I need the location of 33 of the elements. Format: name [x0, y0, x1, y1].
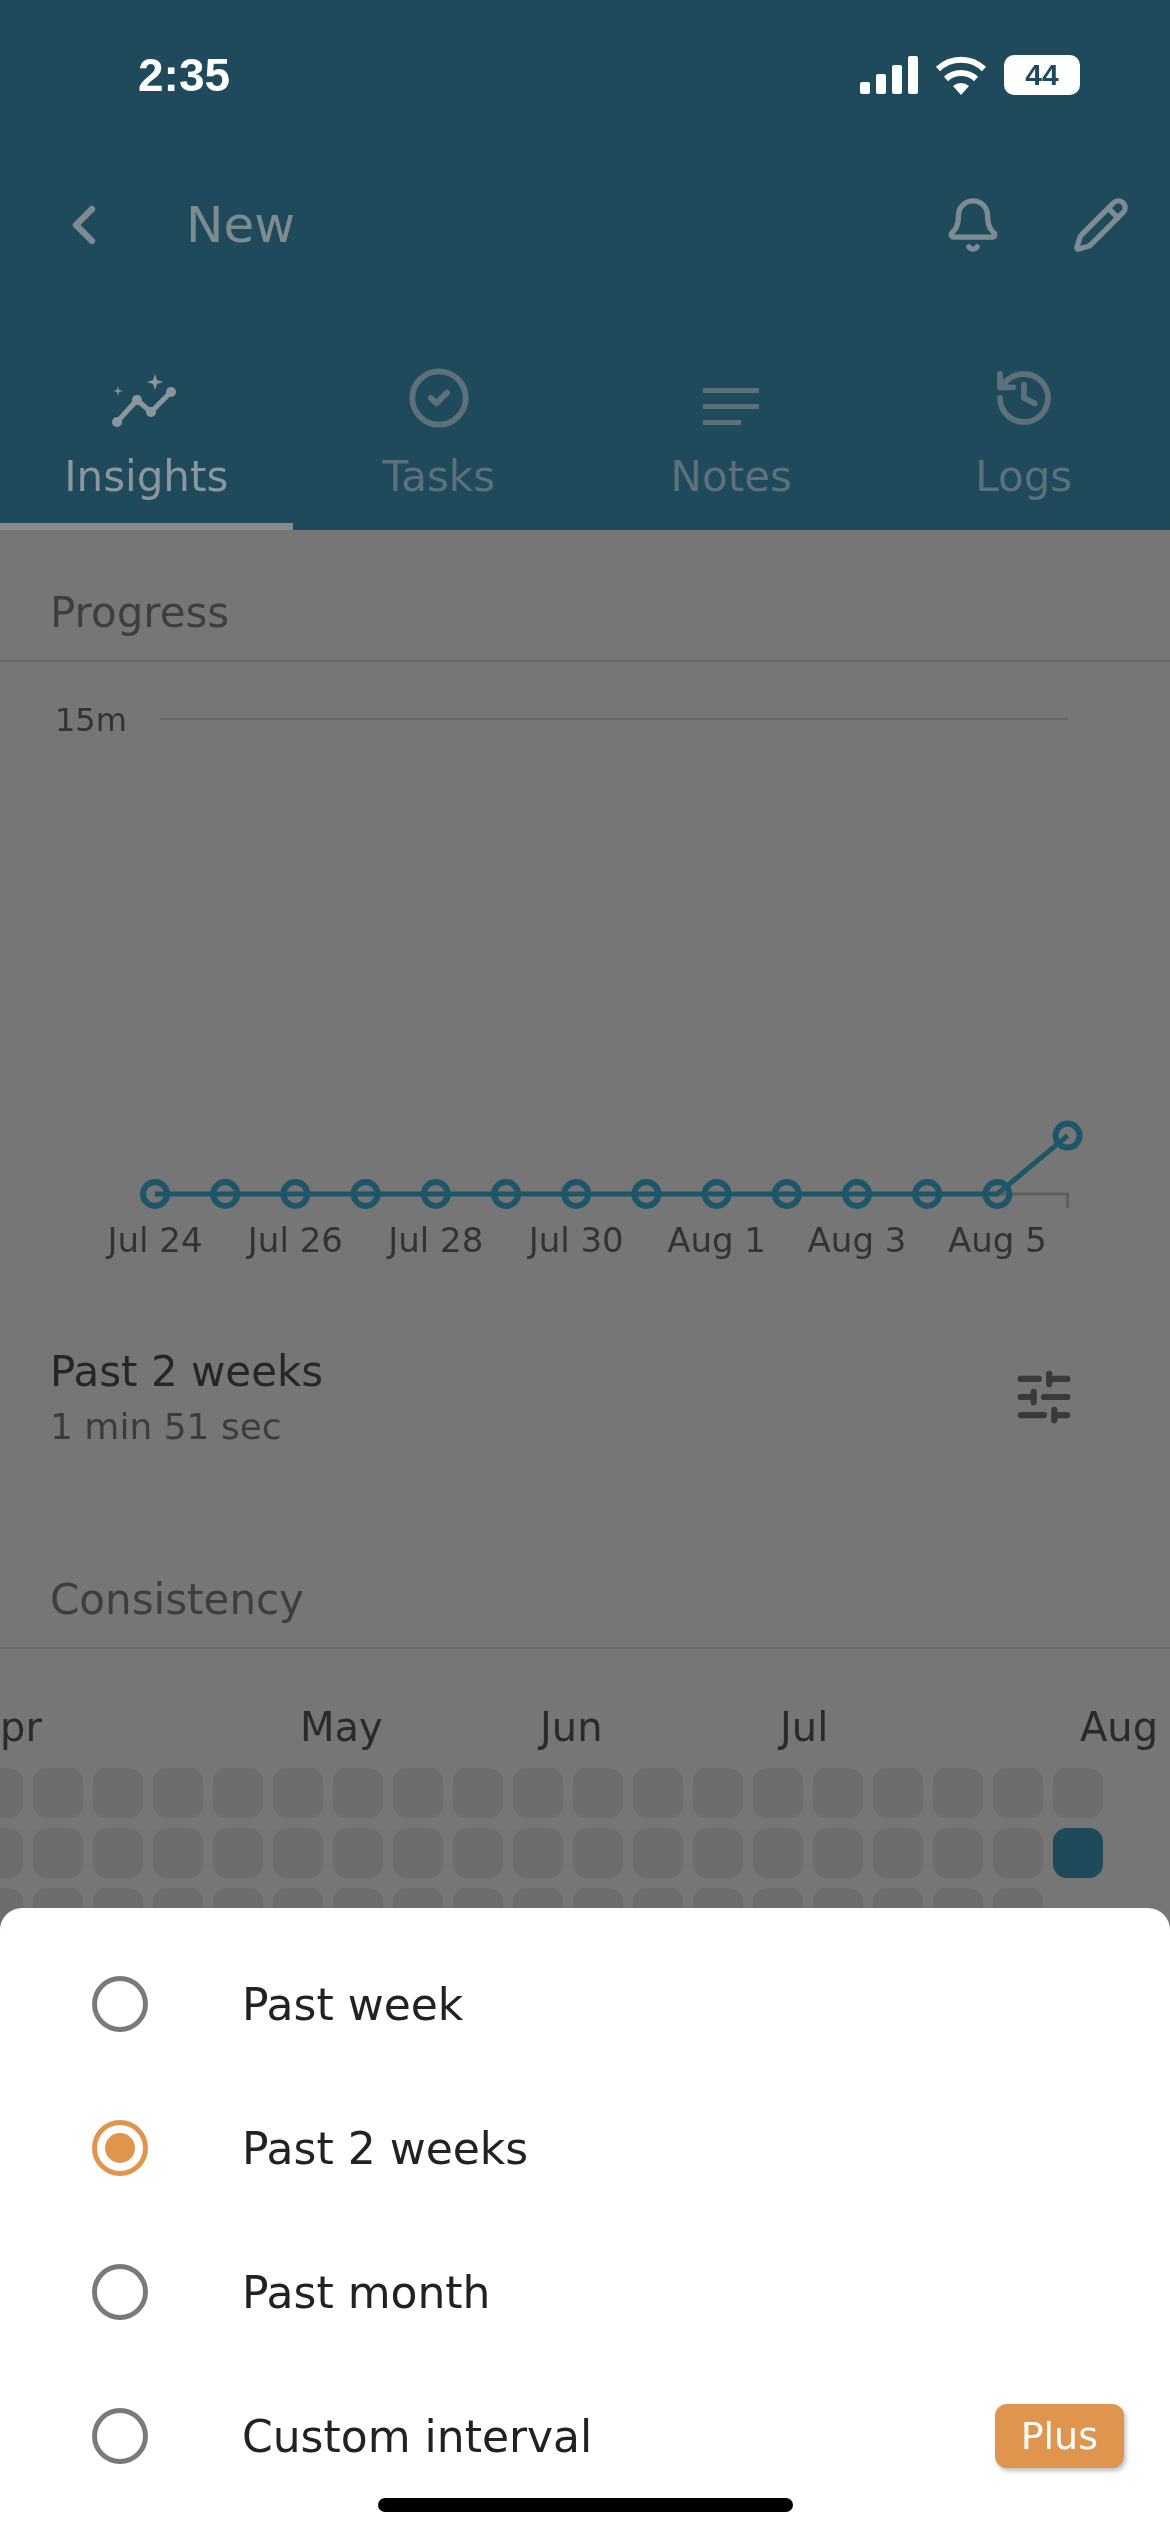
month-label: pr — [0, 1703, 42, 1752]
axis-label: Jul 26 — [247, 1220, 343, 1260]
month-label: Jun — [540, 1703, 603, 1752]
option-label[interactable]: Past 2 weeks — [242, 2122, 1124, 2174]
page-title: New — [186, 196, 297, 254]
month-label: Aug — [1080, 1703, 1159, 1752]
wifi-icon — [934, 55, 988, 95]
axis-label: Jul 24 — [107, 1220, 203, 1260]
section-title: Progress — [50, 588, 230, 637]
radio-button[interactable] — [92, 1976, 148, 2032]
plus-badge: Plus — [994, 2404, 1124, 2468]
radio-button[interactable] — [92, 2120, 148, 2176]
option-label[interactable]: Custom interval — [242, 2410, 995, 2462]
signal-icon — [860, 56, 918, 94]
axis-label: Aug 3 — [807, 1220, 907, 1260]
option-label[interactable]: Past month — [242, 2266, 1124, 2318]
axis-label: Aug 1 — [667, 1220, 766, 1260]
radio-button[interactable] — [92, 2408, 148, 2464]
status-time: 2:35 — [138, 48, 231, 102]
period-title: Past 2 weeks — [50, 1347, 324, 1396]
axis-label: Jul 30 — [528, 1220, 624, 1260]
battery-indicator: 44 — [1004, 55, 1080, 95]
section-title: Consistency — [50, 1575, 304, 1624]
radio-button[interactable] — [92, 2264, 148, 2320]
option-label[interactable]: Past week — [242, 1978, 1124, 2030]
total-time: 1 min 51 sec — [50, 1406, 283, 1447]
check-circle-icon — [406, 366, 471, 430]
month-label: May — [300, 1703, 383, 1752]
month-label: Jul — [780, 1703, 829, 1752]
axis-label: Jul 28 — [388, 1220, 484, 1260]
axis-label: Aug 5 — [948, 1220, 1047, 1260]
axis-label: 15m — [55, 701, 127, 739]
edit-icon[interactable] — [1072, 196, 1130, 254]
